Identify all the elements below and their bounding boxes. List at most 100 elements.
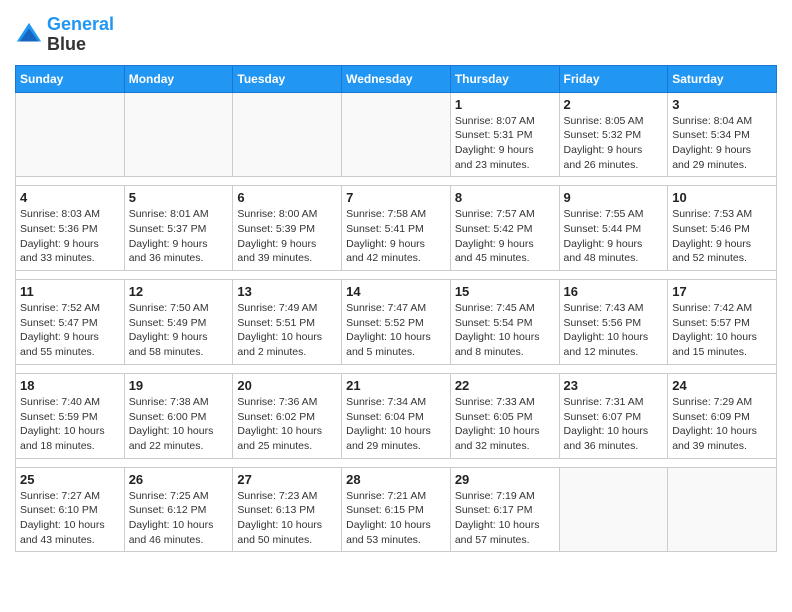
calendar-week-row: 4 Sunrise: 8:03 AM Sunset: 5:36 PM Daylig… <box>16 186 777 271</box>
calendar-cell: 27 Sunrise: 7:23 AM Sunset: 6:13 PM Dayli… <box>233 467 342 552</box>
day-info: Sunrise: 7:31 AM Sunset: 6:07 PM Dayligh… <box>564 395 664 454</box>
calendar-cell: 22 Sunrise: 7:33 AM Sunset: 6:05 PM Dayli… <box>450 373 559 458</box>
day-number: 24 <box>672 378 772 393</box>
day-info: Sunrise: 8:01 AM Sunset: 5:37 PM Dayligh… <box>129 207 229 266</box>
calendar-cell: 18 Sunrise: 7:40 AM Sunset: 5:59 PM Dayli… <box>16 373 125 458</box>
day-number: 22 <box>455 378 555 393</box>
day-number: 14 <box>346 284 446 299</box>
day-number: 15 <box>455 284 555 299</box>
day-of-week-header: Wednesday <box>342 65 451 92</box>
calendar-cell <box>342 92 451 177</box>
page-header: General Blue <box>15 15 777 55</box>
calendar-cell: 21 Sunrise: 7:34 AM Sunset: 6:04 PM Dayli… <box>342 373 451 458</box>
day-of-week-header: Friday <box>559 65 668 92</box>
calendar-cell: 4 Sunrise: 8:03 AM Sunset: 5:36 PM Daylig… <box>16 186 125 271</box>
day-info: Sunrise: 7:21 AM Sunset: 6:15 PM Dayligh… <box>346 489 446 548</box>
day-number: 12 <box>129 284 229 299</box>
calendar-cell: 7 Sunrise: 7:58 AM Sunset: 5:41 PM Daylig… <box>342 186 451 271</box>
calendar-cell: 10 Sunrise: 7:53 AM Sunset: 5:46 PM Dayli… <box>668 186 777 271</box>
day-info: Sunrise: 7:42 AM Sunset: 5:57 PM Dayligh… <box>672 301 772 360</box>
logo-icon <box>15 21 43 49</box>
calendar-cell: 29 Sunrise: 7:19 AM Sunset: 6:17 PM Dayli… <box>450 467 559 552</box>
day-info: Sunrise: 7:23 AM Sunset: 6:13 PM Dayligh… <box>237 489 337 548</box>
calendar-week-row: 1 Sunrise: 8:07 AM Sunset: 5:31 PM Daylig… <box>16 92 777 177</box>
day-info: Sunrise: 8:00 AM Sunset: 5:39 PM Dayligh… <box>237 207 337 266</box>
day-number: 26 <box>129 472 229 487</box>
day-of-week-header: Monday <box>124 65 233 92</box>
calendar-cell: 24Sunrise: 7:29 AM Sunset: 6:09 PM Dayli… <box>668 373 777 458</box>
day-info: Sunrise: 8:07 AM Sunset: 5:31 PM Dayligh… <box>455 114 555 173</box>
day-number: 23 <box>564 378 664 393</box>
day-number: 27 <box>237 472 337 487</box>
calendar-cell <box>559 467 668 552</box>
calendar-cell <box>124 92 233 177</box>
day-info: Sunrise: 8:04 AM Sunset: 5:34 PM Dayligh… <box>672 114 772 173</box>
calendar-cell: 9 Sunrise: 7:55 AM Sunset: 5:44 PM Daylig… <box>559 186 668 271</box>
calendar-week-row: 18 Sunrise: 7:40 AM Sunset: 5:59 PM Dayli… <box>16 373 777 458</box>
logo: General Blue <box>15 15 114 55</box>
day-info: Sunrise: 7:40 AM Sunset: 5:59 PM Dayligh… <box>20 395 120 454</box>
calendar-cell: 25 Sunrise: 7:27 AM Sunset: 6:10 PM Dayli… <box>16 467 125 552</box>
calendar-cell: 16Sunrise: 7:43 AM Sunset: 5:56 PM Dayli… <box>559 280 668 365</box>
day-info: Sunrise: 7:49 AM Sunset: 5:51 PM Dayligh… <box>237 301 337 360</box>
logo-text: General Blue <box>47 15 114 55</box>
calendar-cell: 1 Sunrise: 8:07 AM Sunset: 5:31 PM Daylig… <box>450 92 559 177</box>
calendar-header-row: SundayMondayTuesdayWednesdayThursdayFrid… <box>16 65 777 92</box>
day-number: 4 <box>20 190 120 205</box>
day-number: 21 <box>346 378 446 393</box>
week-spacer-row <box>16 364 777 373</box>
day-info: Sunrise: 7:36 AM Sunset: 6:02 PM Dayligh… <box>237 395 337 454</box>
day-number: 8 <box>455 190 555 205</box>
day-info: Sunrise: 7:38 AM Sunset: 6:00 PM Dayligh… <box>129 395 229 454</box>
week-spacer-row <box>16 177 777 186</box>
calendar-cell: 8 Sunrise: 7:57 AM Sunset: 5:42 PM Daylig… <box>450 186 559 271</box>
day-number: 3 <box>672 97 772 112</box>
calendar-cell <box>668 467 777 552</box>
day-info: Sunrise: 7:55 AM Sunset: 5:44 PM Dayligh… <box>564 207 664 266</box>
day-number: 2 <box>564 97 664 112</box>
day-info: Sunrise: 8:05 AM Sunset: 5:32 PM Dayligh… <box>564 114 664 173</box>
calendar-cell: 12 Sunrise: 7:50 AM Sunset: 5:49 PM Dayli… <box>124 280 233 365</box>
day-number: 29 <box>455 472 555 487</box>
day-number: 9 <box>564 190 664 205</box>
day-info: Sunrise: 7:19 AM Sunset: 6:17 PM Dayligh… <box>455 489 555 548</box>
day-of-week-header: Thursday <box>450 65 559 92</box>
calendar-cell: 6Sunrise: 8:00 AM Sunset: 5:39 PM Daylig… <box>233 186 342 271</box>
calendar-cell: 11Sunrise: 7:52 AM Sunset: 5:47 PM Dayli… <box>16 280 125 365</box>
day-info: Sunrise: 7:27 AM Sunset: 6:10 PM Dayligh… <box>20 489 120 548</box>
day-info: Sunrise: 7:58 AM Sunset: 5:41 PM Dayligh… <box>346 207 446 266</box>
calendar-cell: 3 Sunrise: 8:04 AM Sunset: 5:34 PM Daylig… <box>668 92 777 177</box>
day-number: 18 <box>20 378 120 393</box>
day-info: Sunrise: 7:33 AM Sunset: 6:05 PM Dayligh… <box>455 395 555 454</box>
calendar-cell: 14Sunrise: 7:47 AM Sunset: 5:52 PM Dayli… <box>342 280 451 365</box>
calendar-cell: 2 Sunrise: 8:05 AM Sunset: 5:32 PM Daylig… <box>559 92 668 177</box>
day-info: Sunrise: 7:50 AM Sunset: 5:49 PM Dayligh… <box>129 301 229 360</box>
calendar-cell: 28 Sunrise: 7:21 AM Sunset: 6:15 PM Dayli… <box>342 467 451 552</box>
calendar-table: SundayMondayTuesdayWednesdayThursdayFrid… <box>15 65 777 553</box>
day-number: 17 <box>672 284 772 299</box>
day-info: Sunrise: 7:57 AM Sunset: 5:42 PM Dayligh… <box>455 207 555 266</box>
day-info: Sunrise: 7:43 AM Sunset: 5:56 PM Dayligh… <box>564 301 664 360</box>
week-spacer-row <box>16 271 777 280</box>
day-info: Sunrise: 8:03 AM Sunset: 5:36 PM Dayligh… <box>20 207 120 266</box>
calendar-cell: 15Sunrise: 7:45 AM Sunset: 5:54 PM Dayli… <box>450 280 559 365</box>
calendar-cell <box>233 92 342 177</box>
day-of-week-header: Sunday <box>16 65 125 92</box>
day-number: 11 <box>20 284 120 299</box>
calendar-week-row: 11Sunrise: 7:52 AM Sunset: 5:47 PM Dayli… <box>16 280 777 365</box>
day-number: 25 <box>20 472 120 487</box>
week-spacer-row <box>16 458 777 467</box>
calendar-cell: 20Sunrise: 7:36 AM Sunset: 6:02 PM Dayli… <box>233 373 342 458</box>
day-info: Sunrise: 7:34 AM Sunset: 6:04 PM Dayligh… <box>346 395 446 454</box>
day-number: 5 <box>129 190 229 205</box>
day-number: 10 <box>672 190 772 205</box>
day-number: 1 <box>455 97 555 112</box>
calendar-cell: 23 Sunrise: 7:31 AM Sunset: 6:07 PM Dayli… <box>559 373 668 458</box>
calendar-cell: 13Sunrise: 7:49 AM Sunset: 5:51 PM Dayli… <box>233 280 342 365</box>
day-of-week-header: Saturday <box>668 65 777 92</box>
day-number: 19 <box>129 378 229 393</box>
day-number: 28 <box>346 472 446 487</box>
calendar-cell <box>16 92 125 177</box>
day-number: 7 <box>346 190 446 205</box>
day-info: Sunrise: 7:53 AM Sunset: 5:46 PM Dayligh… <box>672 207 772 266</box>
